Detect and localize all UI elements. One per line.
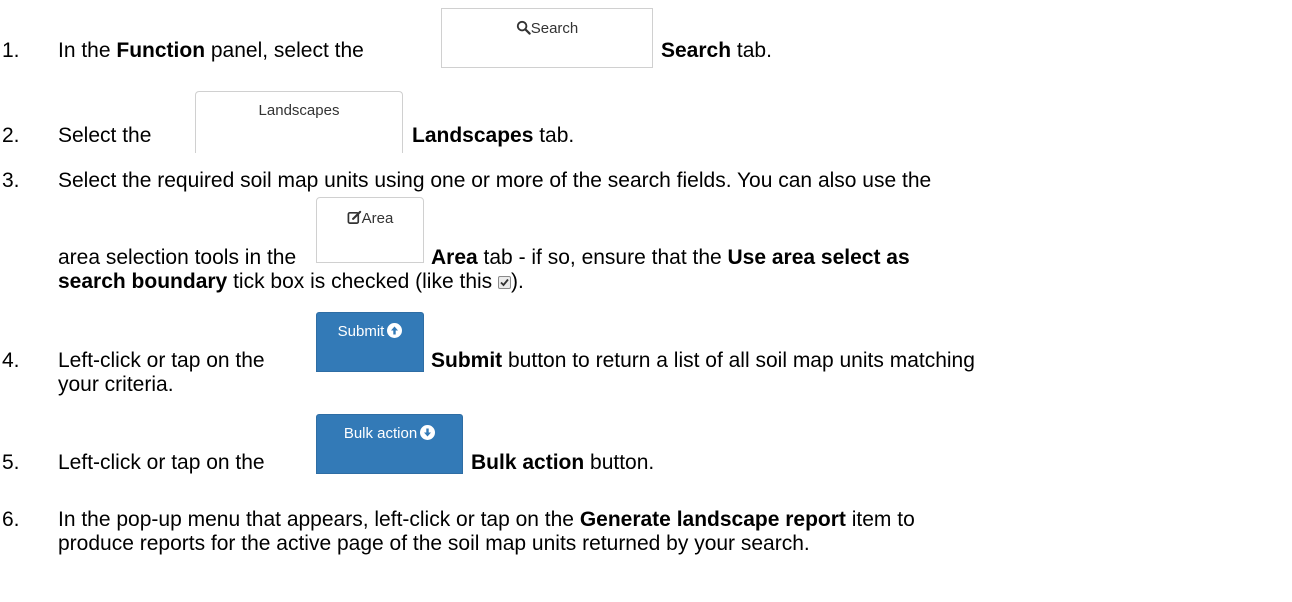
step-text: produce reports for the active page of t… xyxy=(58,532,810,555)
step-number: 3. xyxy=(2,169,20,192)
step-text: In the Function panel, select the xyxy=(58,39,364,62)
step-text: Area tab - if so, ensure that the Use ar… xyxy=(431,246,910,269)
step-text: Search tab. xyxy=(661,39,772,62)
edit-icon xyxy=(347,210,361,224)
landscapes-tab-label: Landscapes xyxy=(258,102,340,119)
step-text: Landscapes tab. xyxy=(412,124,575,147)
search-icon xyxy=(516,20,531,35)
step-text: Bulk action button. xyxy=(471,451,655,474)
area-tab-image: Area xyxy=(316,197,424,263)
checkbox-checked-icon xyxy=(498,276,511,289)
arrow-up-circle-icon xyxy=(387,323,403,338)
step-text: Left-click or tap on the xyxy=(58,349,265,372)
bulk-action-button-label: Bulk action xyxy=(343,425,418,442)
step-text: Submit button to return a list of all so… xyxy=(431,349,975,372)
step-number: 1. xyxy=(2,39,20,62)
step-number: 5. xyxy=(2,451,20,474)
search-tab-label: Search xyxy=(530,20,579,37)
step-text: search boundary tick box is checked (lik… xyxy=(58,270,524,293)
submit-button-image: Submit xyxy=(316,312,424,372)
step-number: 4. xyxy=(2,349,20,372)
step-text: Select the required soil map units using… xyxy=(58,169,932,192)
step-number: 6. xyxy=(2,508,20,531)
landscapes-tab-image: Landscapes xyxy=(195,91,403,153)
arrow-down-circle-icon xyxy=(420,425,436,440)
submit-button-label: Submit xyxy=(337,323,385,340)
step-number: 2. xyxy=(2,124,20,147)
step-text: your criteria. xyxy=(58,373,174,396)
step-text: In the pop-up menu that appears, left-cl… xyxy=(58,508,915,531)
search-tab-image: Search xyxy=(441,8,653,68)
step-text: Select the xyxy=(58,124,152,147)
bulk-action-button-image: Bulk action xyxy=(316,414,463,474)
area-tab-label: Area xyxy=(361,210,394,227)
step-text: area selection tools in the xyxy=(58,246,297,269)
step-text: Left-click or tap on the xyxy=(58,451,265,474)
